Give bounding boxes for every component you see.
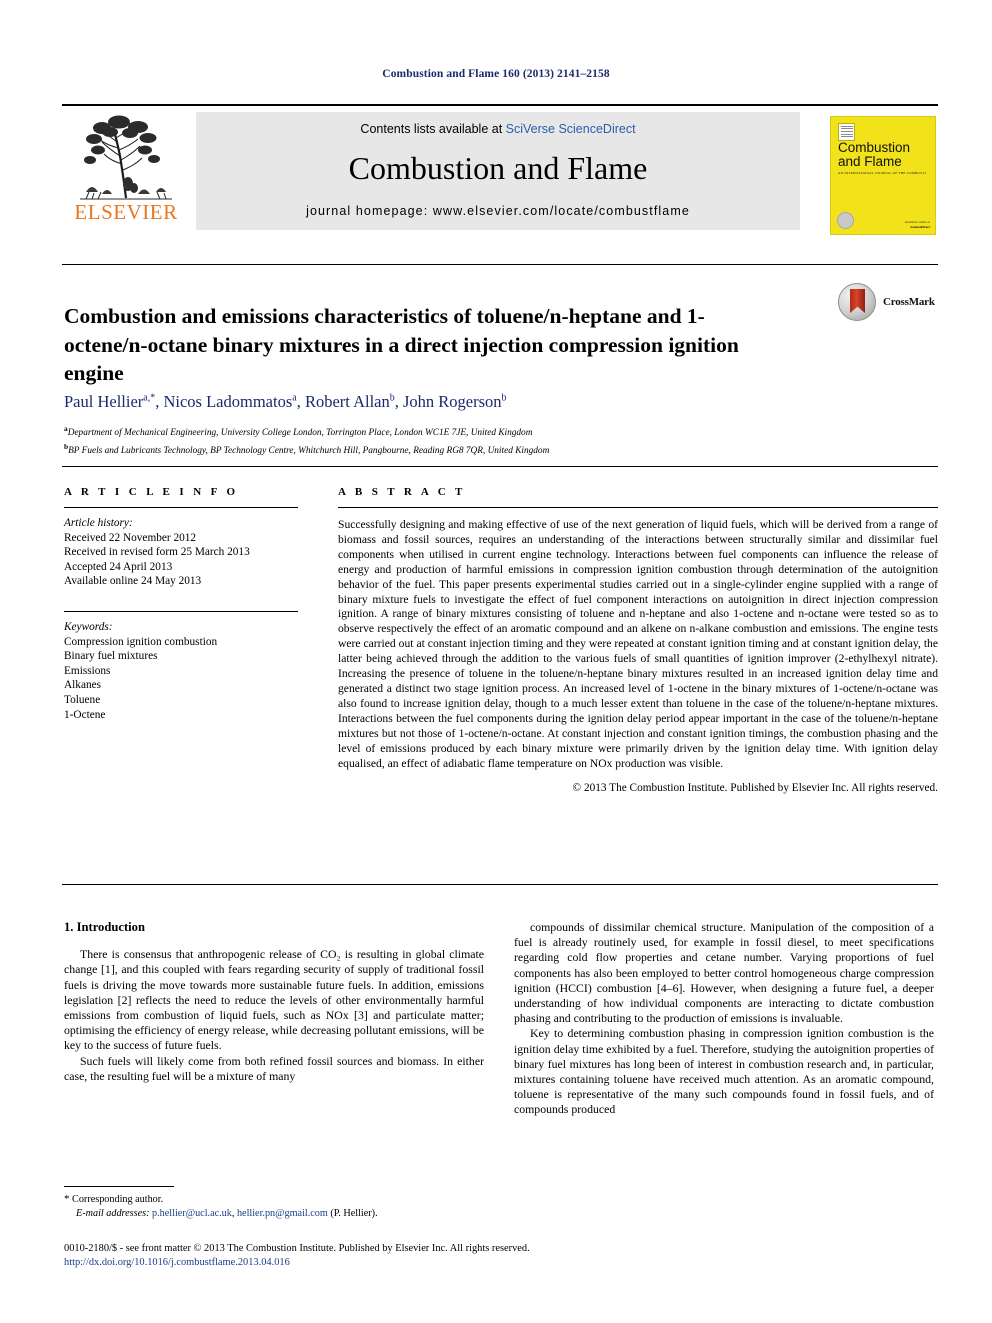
page-footer: 0010-2180/$ - see front matter © 2013 Th…	[64, 1242, 764, 1270]
keyword-item[interactable]: 1-Octene	[64, 708, 298, 723]
cover-stamp-icon	[838, 123, 855, 141]
cover-seal-icon	[837, 212, 854, 229]
article-history-label: Article history:	[64, 517, 133, 529]
journal-homepage-line[interactable]: journal homepage: www.elsevier.com/locat…	[196, 204, 800, 218]
keyword-item[interactable]: Toluene	[64, 693, 298, 708]
keyword-item[interactable]: Binary fuel mixtures	[64, 649, 298, 664]
body-paragraph: Key to determining combustion phasing in…	[514, 1026, 934, 1117]
cover-title: Combustion and Flame	[838, 141, 934, 169]
footnote-divider	[64, 1186, 174, 1187]
contents-available-line: Contents lists available at SciVerse Sci…	[196, 122, 800, 136]
corresponding-author-note: * Corresponding author.	[64, 1192, 484, 1207]
crossmark-bookmark-shape	[850, 289, 865, 313]
affiliation-list: aDepartment of Mechanical Engineering, U…	[64, 422, 934, 458]
history-item: Available online 24 May 2013	[64, 575, 202, 588]
affiliation-item: bBP Fuels and Lubricants Technology, BP …	[64, 440, 934, 458]
title-divider	[62, 264, 938, 265]
cover-footer: Available online at ScienceDirect	[878, 220, 930, 229]
body-column-right: compounds of dissimilar chemical structu…	[514, 920, 934, 1118]
article-info-heading: A R T I C L E I N F O	[64, 486, 239, 498]
info-divider-bottom	[62, 884, 938, 885]
article-history-group: Article history: Received 22 November 20…	[64, 516, 298, 589]
author-list: Paul Helliera,*, Nicos Ladommatosa, Robe…	[64, 392, 507, 411]
body-column-left: 1. Introduction There is consensus that …	[64, 920, 484, 1084]
elsevier-wordmark: ELSEVIER	[74, 200, 178, 224]
doi-link[interactable]: http://dx.doi.org/10.1016/j.combustflame…	[64, 1256, 764, 1270]
email-suffix: (P. Hellier).	[330, 1208, 378, 1219]
author-name[interactable]: John Rogerson	[403, 392, 502, 411]
abstract-copyright: © 2013 The Combustion Institute. Publish…	[572, 782, 938, 795]
crossmark-icon[interactable]	[838, 283, 876, 321]
journal-title: Combustion and Flame	[348, 150, 648, 186]
affiliation-text: Department of Mechanical Engineering, Un…	[67, 428, 533, 439]
author-mark: a,*	[143, 392, 156, 404]
history-item: Accepted 24 April 2013	[64, 560, 173, 573]
crossmark-badge-group[interactable]: CrossMark	[838, 283, 938, 323]
abstract-rule	[338, 507, 938, 508]
corresponding-author-text: Corresponding author.	[72, 1194, 164, 1205]
email-label: E-mail addresses:	[76, 1208, 150, 1219]
running-head: Combustion and Flame 160 (2013) 2141–215…	[382, 68, 610, 80]
article-info-column: A R T I C L E I N F O Article history: R…	[64, 486, 298, 722]
journal-band: Contents lists available at SciVerse Sci…	[196, 112, 800, 230]
section-heading-introduction: 1. Introduction	[64, 920, 145, 934]
cover-footer-line2: ScienceDirect	[910, 224, 930, 229]
asterisk-icon: *	[64, 1193, 70, 1205]
body-paragraph: There is consensus that anthropogenic re…	[64, 947, 484, 1053]
keyword-item[interactable]: Emissions	[64, 664, 298, 679]
author-mark: a	[292, 392, 297, 404]
elsevier-tree-icon	[72, 112, 180, 200]
history-item: Received 22 November 2012	[64, 531, 197, 544]
abstract-heading: A B S T R A C T	[338, 486, 466, 498]
affiliation-text: BP Fuels and Lubricants Technology, BP T…	[68, 446, 550, 457]
abstract-column: A B S T R A C T Successfully designing a…	[338, 486, 938, 794]
elsevier-logo: ELSEVIER	[62, 112, 190, 230]
article-info-rule	[64, 507, 298, 508]
journal-masthead: ELSEVIER Contents lists available at Sci…	[62, 104, 938, 235]
contents-prefix: Contents lists available at	[360, 122, 506, 136]
email-link-secondary[interactable]: hellier.pn@gmail.com	[237, 1208, 328, 1219]
author-mark: b	[389, 392, 395, 404]
email-line: E-mail addresses: p.hellier@ucl.ac.uk, h…	[76, 1208, 378, 1219]
cover-title-line1: Combustion	[838, 140, 911, 155]
keyword-item[interactable]: Alkanes	[64, 678, 298, 693]
article-first-page: Combustion and Flame 160 (2013) 2141–215…	[0, 0, 992, 1323]
issn-copyright-line: 0010-2180/$ - see front matter © 2013 Th…	[64, 1243, 530, 1254]
abstract-text: Successfully designing and making effect…	[338, 518, 938, 770]
cover-title-line2: and Flame	[838, 154, 902, 169]
keywords-label: Keywords:	[64, 620, 113, 633]
author-mark: b	[501, 392, 507, 404]
keyword-item[interactable]: Compression ignition combustion	[64, 635, 298, 650]
author-name[interactable]: Robert Allan	[305, 392, 390, 411]
keywords-rule	[64, 610, 298, 612]
body-paragraph: compounds of dissimilar chemical structu…	[514, 920, 934, 1026]
journal-cover-thumbnail[interactable]: Combustion and Flame AN INTERNATIONAL JO…	[814, 112, 938, 235]
crossmark-label: CrossMark	[883, 296, 935, 308]
page-title: Combustion and emissions characteristics…	[64, 304, 739, 386]
keywords-group: Keywords: Compression ignition combustio…	[64, 620, 298, 722]
affiliation-item: aDepartment of Mechanical Engineering, U…	[64, 422, 934, 440]
email-link-primary[interactable]: p.hellier@ucl.ac.uk	[152, 1208, 232, 1219]
author-name[interactable]: Paul Hellier	[64, 392, 143, 411]
info-divider-top	[62, 466, 938, 467]
cover-art: Combustion and Flame AN INTERNATIONAL JO…	[830, 116, 936, 235]
history-item: Received in revised form 25 March 2013	[64, 546, 250, 559]
author-name[interactable]: Nicos Ladommatos	[163, 392, 292, 411]
footnote-block: * Corresponding author. E-mail addresses…	[64, 1192, 484, 1221]
cover-subtitle: AN INTERNATIONAL JOURNAL OF THE COMBUSTI…	[838, 171, 926, 175]
sciencedirect-link[interactable]: SciVerse ScienceDirect	[506, 122, 636, 136]
body-paragraph: Such fuels will likely come from both re…	[64, 1053, 484, 1083]
